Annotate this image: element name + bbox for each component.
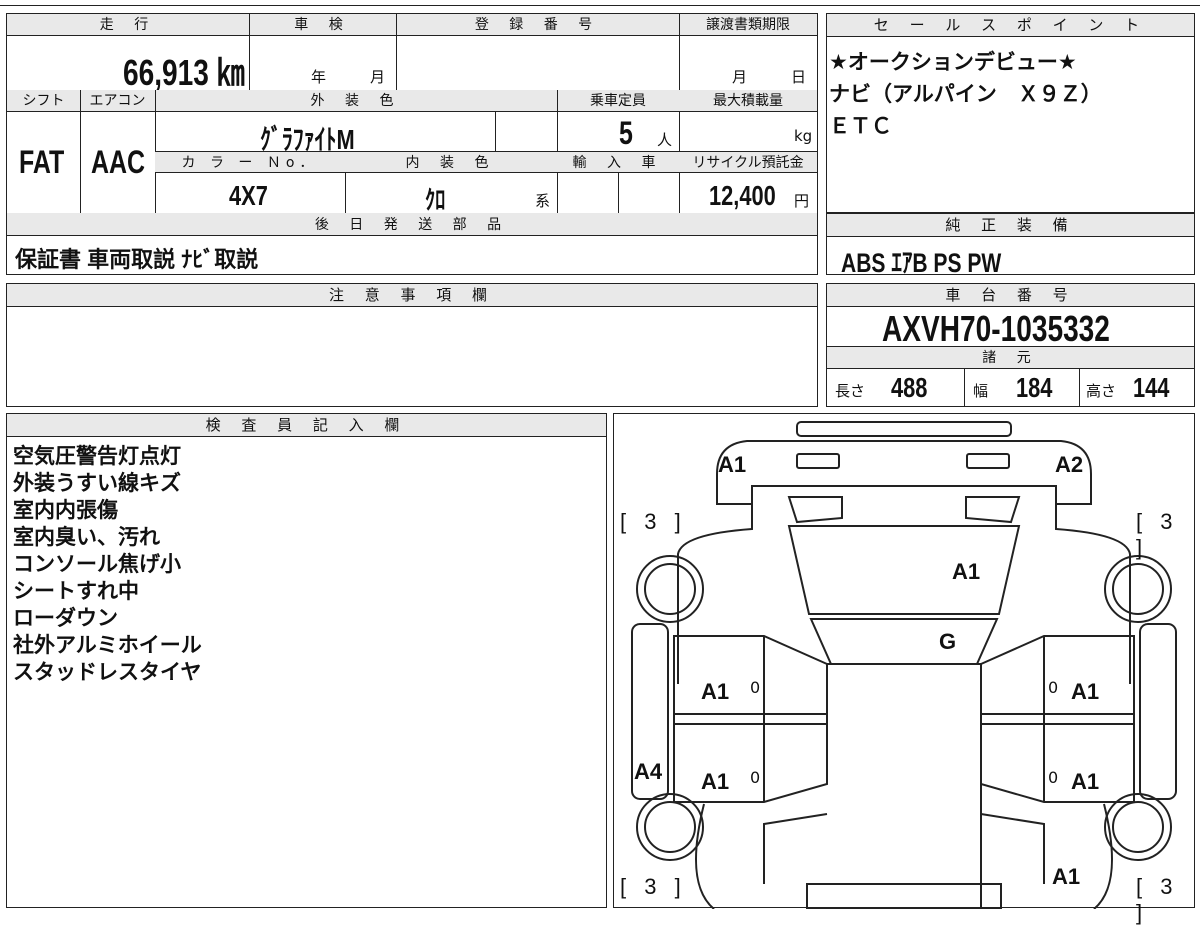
- label-front-left: A1: [718, 452, 747, 477]
- chassis-header: 車 台 番 号: [827, 284, 1194, 307]
- top-cutoff-strip: [0, 0, 1200, 6]
- aircon-header: エアコン: [89, 93, 146, 109]
- recycle-unit: 円: [794, 192, 810, 210]
- shift-value: FAT: [19, 144, 65, 180]
- chassis-box: 車 台 番 号 AXVH70-1035332 諸 元 長さ 488 幅 184 …: [826, 283, 1195, 407]
- later-parts-header: 後 日 発 送 部 品: [314, 217, 510, 233]
- shift-header: シフト: [22, 93, 65, 109]
- sales-point-header: セ ー ル ス ポ イ ン ト: [827, 14, 1194, 37]
- spec-table: 走 行 車 検 登 録 番 号 譲渡書類期限 66,913 ㎞ 年 月 月 日 …: [6, 13, 818, 275]
- import-header: 輸 入 車: [572, 155, 664, 171]
- capacity-unit: 人: [657, 131, 673, 149]
- label-windshield: G: [939, 629, 957, 654]
- chassis-number: AXVH70-1035332: [882, 308, 1110, 349]
- inspector-line: ローダウン: [13, 606, 118, 630]
- color-no-value: 4X7: [229, 180, 268, 211]
- equipment-box: 純 正 装 備 ABS ｴｱB PS PW: [826, 213, 1195, 278]
- notes-header: 注 意 事 項 欄: [7, 284, 817, 307]
- length-value: 488: [891, 372, 928, 403]
- inspector-line: 室内内張傷: [13, 498, 118, 522]
- inspector-line: シートすれ中: [13, 579, 139, 603]
- interior-color-header: 内 装 色: [405, 155, 497, 171]
- inspector-line: 外装うすい線キズ: [13, 471, 181, 495]
- capacity-header: 乗車定員: [590, 93, 646, 109]
- sales-line: ナビ（アルパイン Ｘ９Ｚ）: [829, 82, 1102, 106]
- label-front-right: A2: [1055, 452, 1084, 477]
- registration-header: 登 録 番 号: [474, 17, 601, 33]
- sales-line: ＥＴＣ: [829, 114, 892, 138]
- width-label: 幅: [973, 382, 989, 400]
- label-hood: A1: [952, 559, 981, 584]
- recycle-header: リサイクル預託金: [692, 155, 804, 171]
- mileage-header: 走 行: [99, 17, 157, 33]
- color-no-header: カ ラ ー Ｎo．: [181, 155, 319, 171]
- inspector-header: 検 査 員 記 入 欄: [7, 414, 606, 437]
- inspector-lines: 空気圧警告灯点灯 外装うすい線キズ 室内内張傷 室内臭い、汚れ コンソール焦げ小…: [13, 443, 202, 686]
- exterior-color-header: 外 装 色: [310, 93, 402, 109]
- recycle-value: 12,400: [709, 180, 776, 211]
- inspection-year-unit: 年: [311, 68, 327, 86]
- sales-line: ★オークションデビュー★: [829, 50, 1077, 74]
- label-rear-door-right: A1: [1071, 769, 1100, 794]
- interior-color-value: ｸﾛ: [425, 185, 446, 215]
- front-door-right-count: 0: [1048, 678, 1059, 697]
- rear-door-right-count: 0: [1048, 768, 1059, 787]
- capacity-value: 5: [619, 115, 633, 151]
- label-rear-door-left: A1: [701, 769, 730, 794]
- height-label: 高さ: [1086, 382, 1117, 400]
- inspector-line: スタッドレスタイヤ: [13, 660, 202, 684]
- tire-grade-rear-right: [ 3 ]: [1136, 874, 1179, 925]
- mileage-value: 66,913 ㎞: [123, 52, 245, 93]
- inspector-line: 室内臭い、汚れ: [13, 525, 160, 549]
- label-front-door-left: A1: [701, 679, 730, 704]
- tire-grade-rear-left: [ 3 ]: [620, 874, 687, 899]
- transfer-deadline-header: 譲渡書類期限: [706, 17, 790, 33]
- car-diagram-box: A1 A2 A1 G A1 0 A1 0 A1 0 A1 0 A4 A1 [ 3…: [613, 413, 1195, 925]
- tire-grade-front-right: [ 3 ]: [1136, 509, 1179, 560]
- width-value: 184: [1016, 372, 1053, 403]
- sales-point-box: セ ー ル ス ポ イ ン ト ★オークションデビュー★ ナビ（アルパイン Ｘ９…: [826, 13, 1195, 213]
- inspector-box: 検 査 員 記 入 欄 空気圧警告灯点灯 外装うすい線キズ 室内内張傷 室内臭い…: [6, 413, 607, 908]
- car-body-outline: [631, 421, 1177, 909]
- equipment-value: ABS ｴｱB PS PW: [841, 248, 1002, 278]
- inspector-line: 社外アルミホイール: [13, 633, 202, 657]
- later-parts-value: 保証書 車両取説 ﾅﾋﾞ取説: [15, 247, 259, 272]
- aircon-value: AAC: [91, 144, 146, 180]
- transfer-day-unit: 日: [791, 68, 807, 86]
- dimensions-header: 諸 元: [982, 350, 1039, 366]
- label-front-door-right: A1: [1071, 679, 1100, 704]
- inspector-line: 空気圧警告灯点灯: [13, 444, 181, 468]
- transfer-month-unit: 月: [732, 68, 748, 86]
- height-value: 144: [1133, 372, 1170, 403]
- front-door-left-count: 0: [750, 678, 761, 697]
- max-load-header: 最大積載量: [713, 93, 783, 109]
- length-label: 長さ: [835, 382, 866, 400]
- label-rear-right: A1: [1052, 864, 1081, 889]
- inspection-header: 車 検: [294, 17, 351, 33]
- max-load-unit: kg: [794, 127, 813, 145]
- inspection-month-unit: 月: [370, 68, 386, 86]
- tire-grade-front-left: [ 3 ]: [620, 509, 687, 534]
- inspector-line: コンソール焦げ小: [13, 552, 181, 576]
- notes-box: 注 意 事 項 欄: [6, 283, 818, 407]
- label-left-side: A4: [634, 759, 663, 784]
- sales-point-lines: ★オークションデビュー★ ナビ（アルパイン Ｘ９Ｚ） ＥＴＣ: [829, 46, 1191, 142]
- equipment-header: 純 正 装 備: [827, 214, 1194, 237]
- interior-color-suffix: 系: [535, 192, 551, 210]
- rear-door-left-count: 0: [750, 768, 761, 787]
